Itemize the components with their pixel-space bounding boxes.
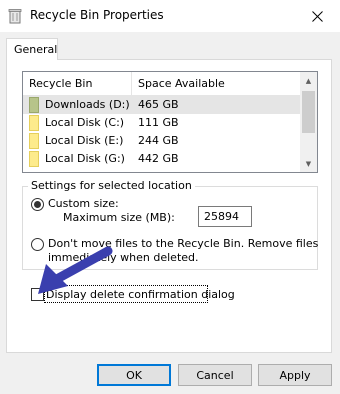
window-title: Recycle Bin Properties <box>30 8 164 22</box>
custom-size-radio[interactable] <box>31 198 44 211</box>
list-item-space: 244 GB <box>138 134 179 147</box>
folder-icon <box>29 133 39 149</box>
list-item-space: 465 GB <box>138 98 179 111</box>
column-header-location[interactable]: Recycle Bin Location <box>23 72 132 114</box>
location-list[interactable]: Recycle Bin Location Space Available Dow… <box>22 71 318 173</box>
close-icon <box>311 10 323 22</box>
list-header: Recycle Bin Location Space Available <box>23 72 303 114</box>
dont-move-label[interactable]: Don't move files to the Recycle Bin. Rem… <box>48 237 318 250</box>
list-item[interactable]: Downloads (D:) 465 GB <box>23 96 301 114</box>
scrollbar-thumb[interactable] <box>302 91 315 133</box>
list-item[interactable]: Local Disk (E:) 244 GB <box>23 132 301 150</box>
tab-general[interactable]: General <box>6 38 58 60</box>
apply-button[interactable]: Apply <box>258 364 332 386</box>
list-item-name: Local Disk (G:) <box>45 152 125 165</box>
list-item[interactable]: Local Disk (C:) 111 GB <box>23 114 301 132</box>
vertical-scrollbar[interactable]: ▲ ▼ <box>300 72 317 172</box>
folder-icon <box>29 115 39 131</box>
list-item[interactable]: Local Disk (G:) 442 GB <box>23 150 301 168</box>
list-item-name: Local Disk (C:) <box>45 116 125 129</box>
custom-size-label[interactable]: Custom size: <box>48 197 119 210</box>
radio-selected-dot <box>34 201 41 208</box>
list-item-space: 111 GB <box>138 116 179 129</box>
tab-general-label: General <box>14 43 58 56</box>
recycle-bin-properties-window: Recycle Bin Properties General Recycle B… <box>0 0 340 394</box>
confirm-dialog-checkbox[interactable] <box>31 288 44 301</box>
settings-group-label: Settings for selected location <box>28 179 195 192</box>
dont-move-radio[interactable] <box>31 238 44 251</box>
list-item-name: Downloads (D:) <box>45 98 130 111</box>
dont-move-label-line2[interactable]: immediately when deleted. <box>48 251 199 264</box>
column-header-space[interactable]: Space Available <box>132 72 252 96</box>
list-item-name: Local Disk (E:) <box>45 134 124 147</box>
max-size-input[interactable]: 25894 <box>198 206 252 227</box>
max-size-label: Maximum size (MB): <box>63 211 175 224</box>
scroll-up-icon[interactable]: ▲ <box>300 72 317 89</box>
scroll-down-icon[interactable]: ▼ <box>300 155 317 172</box>
title-bar: Recycle Bin Properties <box>0 0 340 32</box>
list-item-space: 442 GB <box>138 152 179 165</box>
ok-button[interactable]: OK <box>97 364 171 386</box>
folder-icon <box>29 151 39 167</box>
confirm-dialog-label[interactable]: Display delete confirmation dialog <box>46 288 235 301</box>
downloads-folder-icon <box>29 97 39 113</box>
cancel-button[interactable]: Cancel <box>178 364 252 386</box>
close-button[interactable] <box>294 0 340 32</box>
recycle-bin-icon <box>8 9 22 24</box>
